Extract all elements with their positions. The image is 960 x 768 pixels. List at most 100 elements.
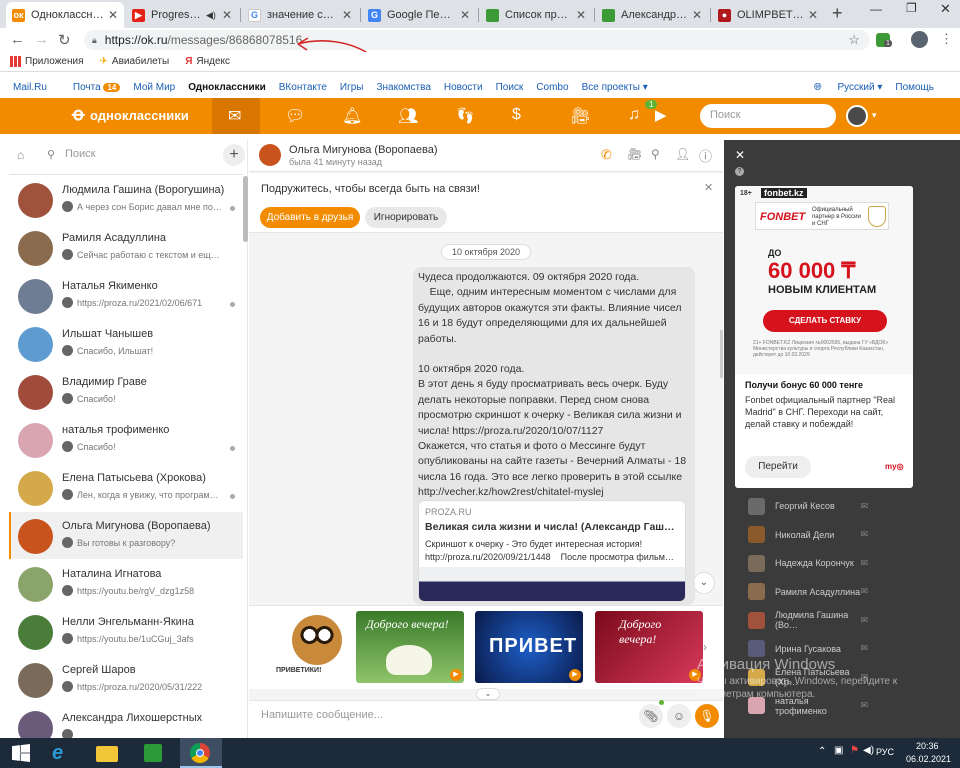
close-tab-icon[interactable]: ✕ — [342, 8, 352, 22]
contact-name[interactable]: Ольга Мигунова (Воропаева) — [289, 144, 437, 156]
close-ad-icon[interactable]: ✕ — [735, 148, 745, 162]
file-explorer-icon[interactable] — [96, 746, 118, 762]
portal-link-games[interactable]: Игры — [340, 82, 364, 93]
close-tab-icon[interactable]: ✕ — [108, 8, 118, 22]
chat-search-input[interactable]: Поиск — [65, 148, 95, 160]
url-bar[interactable]: 🔒︎ https://ok.ru/messages/86868078516 ☆ — [84, 30, 870, 50]
attach-button[interactable]: 📎︎ — [639, 704, 663, 728]
network-icon[interactable]: ▣ — [834, 745, 843, 756]
chat-list-item[interactable]: Елена Патысьева (Хрокова) Лен, когда я ув… — [9, 464, 243, 511]
bookmark-apps[interactable]: Приложения — [10, 56, 84, 67]
chat-list-scrollbar[interactable] — [243, 176, 248, 242]
events-icon[interactable]: $ — [512, 106, 521, 124]
sticker-good-evening-roses[interactable]: Доброго вечера! ▶ — [595, 611, 703, 683]
link-preview-card[interactable]: PROZA.RU Великая сила жизни и числа! (Ал… — [418, 500, 686, 602]
portal-link-news[interactable]: Новости — [444, 82, 483, 93]
forward-icon[interactable]: → — [34, 31, 49, 48]
user-avatar[interactable] — [846, 105, 868, 127]
mic-button[interactable]: 🎙︎ — [695, 704, 719, 728]
discussions-icon[interactable]: 💬︎ — [285, 106, 305, 126]
friends-icon[interactable]: 👥︎ — [398, 106, 418, 126]
video-call-icon[interactable]: 🎥︎ — [627, 147, 642, 161]
ie-icon[interactable]: e — [52, 742, 63, 765]
bookmark-avia[interactable]: ✈ Авиабилеты — [100, 56, 170, 67]
smiley-button[interactable]: ☺ — [667, 704, 691, 728]
restore-window-icon[interactable]: ❐ — [906, 1, 917, 15]
portal-link-moimir[interactable]: Мой Мир — [133, 82, 175, 93]
video-play-icon[interactable]: ▶ — [655, 106, 667, 124]
online-friend-item[interactable]: Николай Дели ✉ — [724, 525, 960, 545]
bookmark-star-icon[interactable]: ☆ — [848, 32, 860, 48]
add-person-icon[interactable]: 👤︎ — [675, 147, 690, 161]
ad-info-icon[interactable]: ? — [735, 167, 744, 176]
add-friend-button[interactable]: Добавить в друзья — [260, 207, 360, 228]
new-chat-button[interactable]: + — [223, 144, 245, 166]
start-windows-icon[interactable] — [12, 744, 30, 762]
chat-list-item[interactable]: Людмила Гашина (Ворогушина) А через сон Б… — [9, 176, 243, 223]
scroll-down-button[interactable]: ⌄ — [693, 572, 715, 594]
back-icon[interactable]: ← — [10, 31, 25, 48]
online-friend-item[interactable]: Рамиля Асадуллина ✉ — [724, 582, 960, 602]
play-icon[interactable]: ▶ — [569, 669, 581, 681]
portal-link-ok[interactable]: Одноклассники — [188, 82, 266, 93]
message-envelope-icon[interactable]: ✉ — [860, 700, 868, 711]
chat-list-item[interactable]: Ильшат Чанышев Спасибо, Ильшат! — [9, 320, 243, 367]
tab-alexandr[interactable]: Александр Гашн ✕ — [596, 2, 708, 28]
music-icon[interactable]: ♫ — [628, 106, 640, 124]
message-envelope-icon[interactable]: ✉ — [860, 501, 868, 512]
store-icon[interactable] — [144, 744, 162, 762]
online-friend-item[interactable]: Надежда Корончук ✉ — [724, 553, 960, 573]
call-icon[interactable]: ✆ — [601, 147, 612, 163]
portal-link-mailru[interactable]: Mail.Ru — [13, 82, 47, 93]
message-envelope-icon[interactable]: ✉ — [860, 586, 868, 597]
portal-link-mail[interactable]: Почта 14 — [60, 82, 121, 93]
minimize-window-icon[interactable]: — — [870, 2, 882, 16]
message-envelope-icon[interactable]: ✉ — [860, 558, 868, 569]
tab-odnoklassniki[interactable]: ок Одноклассники ✕ — [6, 2, 124, 28]
tab-olimpbet[interactable]: ● OLIMPBET - Спо ✕ — [712, 2, 824, 28]
bell-icon[interactable]: 🔔︎ — [342, 106, 362, 126]
flag-icon[interactable]: ⚑ — [850, 745, 859, 756]
close-tab-icon[interactable]: ✕ — [692, 8, 702, 22]
language-selector[interactable]: 🌐︎ Русский ▾ — [801, 82, 883, 93]
message-envelope-icon[interactable]: ✉ — [860, 643, 868, 654]
message-text[interactable]: Чудеса продолжаются. 09 октября 2020 год… — [418, 270, 690, 501]
chat-list-item[interactable]: Владимир Граве Спасибо! — [9, 368, 243, 415]
online-friend-item[interactable]: Людмила Гашина (Во… ✉ — [724, 610, 960, 630]
chat-list-item[interactable]: Нелли Энгельманн-Якина https://youtu.be/1… — [9, 608, 243, 655]
new-tab-button[interactable]: + — [832, 3, 843, 24]
input-language[interactable]: РУС — [876, 747, 894, 757]
collapse-stickers-button[interactable]: ⌄ — [476, 688, 500, 700]
close-tab-icon[interactable]: ✕ — [222, 8, 232, 22]
volume-icon[interactable]: ◀) — [863, 745, 874, 756]
portal-link-search[interactable]: Поиск — [496, 82, 524, 93]
chat-list-item[interactable]: Наталина Игнатова https://youtu.be/rgV_dz… — [9, 560, 243, 607]
sticker-privet[interactable]: ПРИВЕТ ▶ — [475, 611, 583, 683]
message-envelope-icon[interactable]: ✉ — [860, 615, 868, 626]
chat-list-item[interactable]: Наталья Якименко https://proza.ru/2021/02… — [9, 272, 243, 319]
ad-cta-button[interactable]: СДЕЛАТЬ СТАВКУ — [763, 310, 887, 332]
portal-link-vk[interactable]: ВКонтакте — [279, 82, 327, 93]
close-window-icon[interactable]: ✕ — [940, 1, 951, 17]
close-tab-icon[interactable]: ✕ — [576, 8, 586, 22]
info-icon[interactable]: ⓘ — [699, 146, 712, 165]
portal-link-dating[interactable]: Знакомства — [376, 82, 430, 93]
ad-go-button[interactable]: Перейти — [745, 456, 811, 478]
message-envelope-icon[interactable]: ✉ — [860, 529, 868, 540]
stickers-next-icon[interactable]: › — [703, 640, 707, 654]
reload-icon[interactable]: ↻ — [58, 31, 71, 49]
clock-date[interactable]: 06.02.2021 — [906, 754, 951, 764]
video-icon[interactable]: 🎥︎ — [570, 106, 590, 126]
profile-avatar[interactable] — [911, 31, 928, 48]
clock-time[interactable]: 20:36 — [916, 741, 939, 751]
ignore-button[interactable]: Игнорировать — [365, 207, 447, 228]
tab-reading-list[interactable]: Список прочтен ✕ — [480, 2, 592, 28]
ad-card[interactable]: 18+ fonbet.kz FONBET Официальный партнер… — [735, 186, 913, 488]
chat-list-item[interactable]: Рамиля Асадуллина Сейчас работаю с тексто… — [9, 224, 243, 271]
play-icon[interactable]: ▶ — [450, 669, 462, 681]
online-friend-item[interactable]: Георгий Кесов ✉ — [724, 496, 960, 516]
guests-icon[interactable]: 👣︎ — [455, 106, 475, 126]
tray-chevron-icon[interactable]: ⌃ — [818, 746, 826, 757]
portal-link-all[interactable]: Все проекты ▾ — [582, 82, 648, 93]
message-scrollbar[interactable] — [720, 330, 723, 378]
